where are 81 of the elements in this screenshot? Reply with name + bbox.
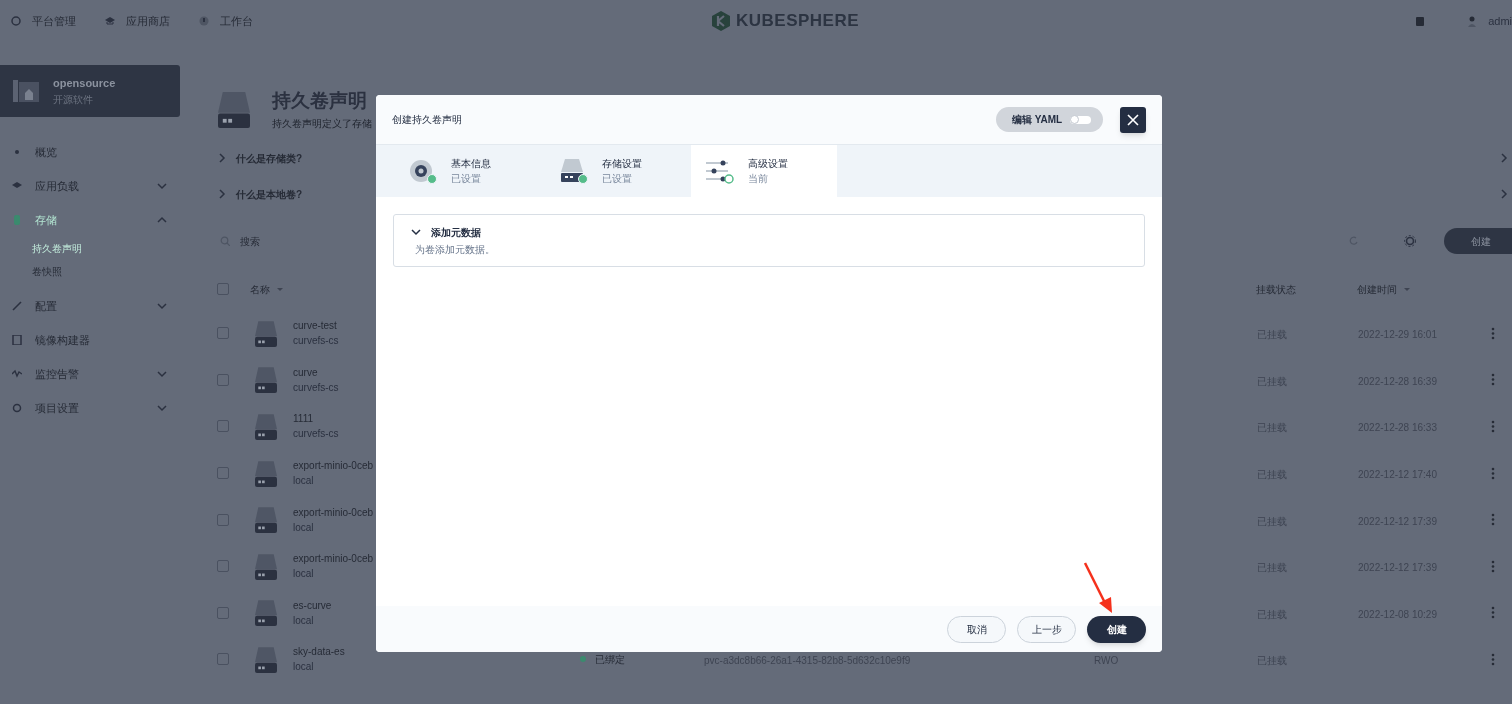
sidebar-item[interactable]: 概览 [0, 135, 190, 169]
checkbox[interactable] [217, 513, 229, 526]
sidebar-item[interactable]: 应用负载 [0, 169, 190, 203]
pen-icon [12, 301, 22, 311]
drive-icon [559, 157, 589, 185]
step-tab[interactable]: 高级设置 当前 [691, 145, 837, 197]
settings-icon [1404, 235, 1416, 247]
yaml-toggle[interactable]: 编辑 YAML [996, 107, 1103, 132]
sort-caret-icon [1403, 286, 1411, 292]
storage-class: curvefs-cs [293, 380, 340, 395]
help-link[interactable]: 什么是存储类? [236, 150, 303, 166]
section-card[interactable]: 添加元数据 为卷添加元数据。 [393, 214, 1145, 267]
storage-class: curvefs-cs [293, 334, 340, 349]
logo-icon [710, 10, 732, 32]
section-description: 为卷添加元数据。 [414, 242, 496, 257]
kebab-menu-icon [1491, 606, 1495, 620]
kebab-menu-icon [1491, 420, 1495, 433]
close-icon [1127, 113, 1139, 126]
drive-icon [255, 645, 277, 673]
kebab-menu-icon [1491, 559, 1495, 573]
chevron-right-icon [1498, 188, 1510, 200]
annotation-arrow [1083, 561, 1115, 615]
sort-caret-icon [276, 286, 284, 292]
drive-icon [255, 552, 277, 580]
column-header[interactable]: 挂载状态 [1256, 281, 1296, 297]
user-icon [1468, 15, 1477, 27]
logo-text: KUBESPHERE [736, 10, 860, 33]
cap-icon [104, 15, 116, 27]
chevron-down-icon [410, 226, 422, 238]
nav-link[interactable]: 应用商店 [126, 12, 170, 30]
page-title: 持久卷声明 [272, 89, 367, 114]
column-header[interactable]: 名称 [250, 281, 284, 297]
chevron-right-icon [1498, 152, 1510, 164]
kebab-menu-icon [1491, 513, 1495, 527]
storage-class: curvefs-cs [293, 427, 340, 442]
layers-icon [12, 181, 22, 191]
checkbox[interactable] [217, 606, 229, 619]
kebab-menu-icon [1491, 652, 1495, 666]
close-button[interactable] [1120, 106, 1146, 133]
create-button[interactable]: 创建 [1087, 615, 1146, 643]
sidebar-subitem[interactable]: 持久卷声明 [0, 237, 190, 260]
sidebar-item[interactable]: 镜像构建器 [0, 323, 190, 357]
drive-icon [255, 413, 277, 440]
dot-icon [12, 147, 22, 157]
section-title: 添加元数据 [431, 225, 481, 240]
sidebar-item[interactable]: 项目设置 [0, 391, 190, 425]
checkbox[interactable] [217, 283, 229, 295]
drive-icon [255, 599, 277, 627]
dialog-button[interactable]: 上一步 [1017, 615, 1076, 643]
checkbox[interactable] [217, 327, 229, 340]
pulse-icon [12, 369, 22, 379]
toggle-switch[interactable] [1070, 115, 1092, 124]
nav-link[interactable]: 平台管理 [32, 12, 76, 30]
kebab-menu-icon [1491, 326, 1495, 340]
checkbox[interactable] [217, 373, 229, 386]
create-button[interactable]: 创建 [1444, 228, 1512, 254]
kebab-menu-icon [1491, 466, 1495, 480]
chevron-right-icon [216, 188, 228, 200]
checkbox[interactable] [217, 420, 229, 433]
sidebar-item[interactable]: 存储 [0, 203, 190, 237]
kebab-menu-icon [1491, 373, 1495, 387]
sidebar-item[interactable]: 配置 [0, 289, 190, 323]
page-subtitle: 持久卷声明定义了存储 [272, 116, 372, 131]
building-icon [13, 78, 39, 104]
checkbox[interactable] [217, 560, 229, 573]
cylinder-icon [12, 215, 22, 225]
help-link[interactable]: 什么是本地卷? [236, 186, 303, 202]
drive-icon [255, 319, 277, 347]
disk-icon [408, 157, 438, 185]
dialog-title: 创建持久卷声明 [392, 113, 462, 127]
frame-icon [12, 335, 22, 345]
dialog-button[interactable]: 取消 [947, 615, 1006, 643]
drive-icon [255, 506, 277, 534]
drive-icon [218, 90, 250, 128]
chevron-right-icon [216, 152, 228, 164]
workspace-name: opensource [53, 76, 116, 92]
search-field[interactable]: 搜索 [240, 233, 340, 249]
checkbox[interactable] [217, 467, 229, 480]
drive-icon [255, 366, 277, 394]
drive-icon [255, 459, 277, 487]
checkbox[interactable] [217, 653, 229, 666]
